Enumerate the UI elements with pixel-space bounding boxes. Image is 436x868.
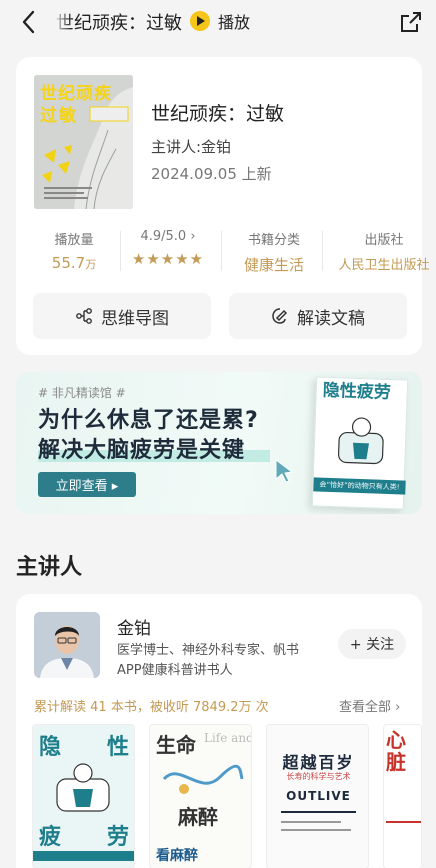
thumb-title: 麻醉 [178,805,218,829]
stat-rating[interactable]: 4.9/5.0 › ★★★★★ [124,229,212,277]
cover-title-2: 过敏 [40,106,78,126]
thumb-subtitle-en: OUTLIVE [286,789,351,803]
divider [221,231,222,271]
book-thumb[interactable]: 心脏 [383,724,422,868]
book-stats: 播放量 55.7万 4.9/5.0 › ★★★★★ 书籍分类 健康生活 出版社 … [16,229,430,277]
manuscript-icon [272,308,288,324]
thumb-title: 心脏 [386,728,406,774]
top-bar: 世纪顽疾：过敏 播放 [0,0,436,44]
thumb-title: 性 [107,735,130,760]
nav-title-fade [50,4,72,38]
thumb-band [33,851,134,861]
play-icon [190,11,210,31]
speaker-name: 金铂 [117,619,151,639]
thumb-subtitle: 看麻醉 [156,848,198,864]
stat-publisher: 出版社 人民卫生出版社 [334,229,434,277]
thumb-title: 生命 [156,733,196,757]
banner-book-cover: 隐性疲劳 会“恰好”的动物只有人类! [311,376,409,510]
thumb-title: 隐 [39,735,62,760]
banner-tag: # 非凡精读馆 # [38,386,126,400]
share-icon[interactable] [399,10,423,34]
rating-stars: ★★★★★ [131,250,205,268]
speaker-book-shelf: 隐 性 疲 劳 生命 Life and 麻醉 看麻醉 超越百岁 长寿的科学与艺术 [32,724,422,868]
book-cover[interactable]: 世纪顽疾 过敏 [34,75,133,209]
thumb-subtitle: 长寿的科学与艺术 [286,772,351,781]
view-all-link[interactable]: 查看全部 › [339,696,400,715]
thumb-band [281,829,351,831]
mindmap-button[interactable]: 思维导图 [33,293,211,339]
cursor-icon [275,459,294,483]
play-button[interactable]: 播放 [190,9,250,33]
thumb-title: 劳 [107,825,130,850]
stat-publisher-label: 出版社 [364,233,404,248]
book-actions: 思维导图 解读文稿 [33,293,407,339]
thumb-illustration [162,764,244,794]
banner-headline-1: 为什么休息了还是累? [38,408,259,433]
speaker-stats: 累计解读 41 本书，被收听 7849.2万 次 [34,700,269,715]
banner-book-band: 会“恰好”的动物只有人类! [313,477,406,495]
stat-category[interactable]: 书籍分类 健康生活 [230,229,318,277]
manuscript-label: 解读文稿 [297,308,365,329]
speaker-description: 医学博士、神经外科专家、帆书APP健康科普讲书人 [117,643,300,678]
follow-button[interactable]: + 关注 [338,629,406,659]
avatar[interactable] [34,612,100,678]
stat-plays: 播放量 55.7万 [34,229,114,277]
book-speaker[interactable]: 主讲人:金铂 [151,136,231,157]
thumb-illustration [56,763,110,812]
stat-publisher-value: 人民卫生出版社 [338,258,430,273]
mindmap-icon [76,308,92,324]
promo-banner[interactable]: # 非凡精读馆 # 为什么休息了还是累? 解决大脑疲劳是关键 立即查看 ▸ 隐性… [16,372,422,514]
thumb-band [281,811,356,813]
book-thumb[interactable]: 超越百岁 长寿的科学与艺术 OUTLIVE [266,724,369,868]
play-label: 播放 [218,13,251,32]
stat-plays-label: 播放量 [54,233,94,248]
banner-book-illustration [337,417,384,465]
book-card: 世纪顽疾 过敏 世纪顽疾：过敏 主讲人:金铂 2024.09.05 上新 播放量… [16,57,430,355]
book-date: 2024.09.05 上新 [151,165,272,183]
divider [322,231,323,271]
thumb-band [386,821,421,823]
stat-plays-value: 55.7万 [51,254,97,272]
back-arrow-icon[interactable] [16,8,42,36]
thumb-band [281,821,341,823]
book-thumb[interactable]: 生命 Life and 麻醉 看麻醉 [149,724,252,868]
nav-title: 世纪顽疾：过敏 [56,13,182,34]
thumb-subtitle-en: Life and [204,731,252,745]
banner-cta-button[interactable]: 立即查看 ▸ [38,472,136,497]
banner-headline-2: 解决大脑疲劳是关键 [38,438,246,463]
stat-category-value: 健康生活 [243,256,304,274]
divider [120,231,121,271]
mindmap-label: 思维导图 [101,308,169,329]
section-title: 主讲人 [16,555,83,580]
stat-category-label: 书籍分类 [247,233,300,248]
manuscript-button[interactable]: 解读文稿 [229,293,407,339]
stat-rating-label: 4.9/5.0 › [140,229,196,244]
book-title: 世纪顽疾：过敏 [151,103,285,125]
speaker-card: 金铂 医学博士、神经外科专家、帆书APP健康科普讲书人 + 关注 累计解读 41… [16,594,422,868]
banner-book-title: 隐性疲劳 [322,380,392,404]
thumb-title: 超越百岁 [282,753,355,772]
book-thumb[interactable]: 隐 性 疲 劳 [32,724,135,868]
thumb-title: 疲 [39,825,62,850]
